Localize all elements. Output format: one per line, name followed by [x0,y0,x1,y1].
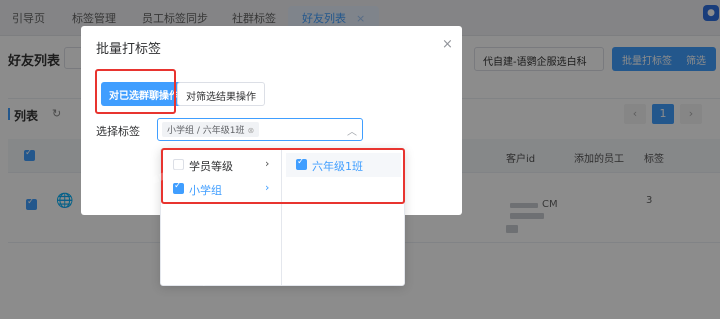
highlight-frame [161,148,405,204]
select-tag-label: 选择标签 [96,125,140,138]
chevron-up-icon: ︿ [347,127,357,138]
operate-filtered-results-button[interactable]: 对筛选结果操作 [177,82,265,106]
dialog-title: 批量打标签 [96,42,162,57]
tag-cascader[interactable]: 小学组 / 六年级1班 ⊗ ︿ [157,118,363,141]
selected-tag: 小学组 / 六年级1班 ⊗ [162,122,260,137]
tag-remove-icon[interactable]: ⊗ [247,126,254,135]
selected-tag-text: 小学组 / 六年级1班 [167,126,245,136]
highlight-frame [95,69,176,114]
